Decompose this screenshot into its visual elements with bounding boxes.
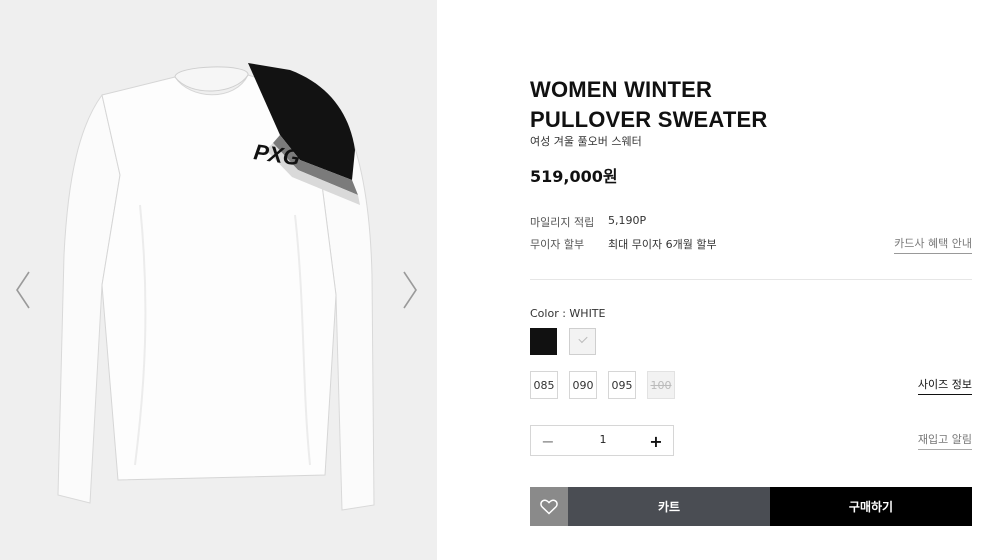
- color-swatch-white[interactable]: [569, 328, 596, 355]
- wishlist-button[interactable]: [530, 487, 568, 526]
- next-image-button[interactable]: [398, 268, 422, 312]
- product-image-gallery: PXG: [0, 0, 437, 560]
- chevron-right-icon: [403, 271, 417, 309]
- size-guide-link[interactable]: 사이즈 정보: [917, 376, 972, 395]
- buy-now-button[interactable]: 구매하기: [770, 487, 972, 526]
- installment-label: 무이자 할부: [530, 238, 585, 251]
- color-swatch-black[interactable]: [530, 328, 557, 355]
- add-to-cart-button[interactable]: 카트: [568, 487, 770, 526]
- divider: [530, 279, 972, 280]
- restock-alert-link[interactable]: 재입고 알림: [917, 431, 972, 450]
- product-subtitle: 여성 겨울 풀오버 스웨터: [530, 135, 642, 148]
- size-option-095[interactable]: 095: [608, 371, 636, 399]
- heart-icon: [540, 499, 558, 515]
- size-option-085[interactable]: 085: [530, 371, 558, 399]
- color-label: Color : WHITE: [530, 307, 606, 320]
- mileage-value: 5,190P: [608, 214, 647, 227]
- product-title: WOMEN WINTER PULLOVER SWEATER: [530, 75, 767, 135]
- quantity-value[interactable]: 1: [581, 433, 625, 446]
- installment-value: 최대 무이자 6개월 할부: [608, 238, 717, 251]
- product-info-panel: WOMEN WINTER PULLOVER SWEATER 여성 겨울 풀오버 …: [530, 0, 972, 560]
- product-image: PXG: [57, 63, 375, 511]
- product-title-line2: PULLOVER SWEATER: [530, 107, 768, 132]
- purchase-actions: 카트 구매하기: [530, 487, 972, 526]
- quantity-stepper: − 1 +: [530, 425, 674, 456]
- chevron-left-icon: [16, 271, 30, 309]
- product-title-line1: WOMEN WINTER: [530, 77, 713, 102]
- decrease-quantity-button[interactable]: −: [537, 430, 559, 452]
- increase-quantity-button[interactable]: +: [645, 430, 667, 452]
- size-option-090[interactable]: 090: [569, 371, 597, 399]
- mileage-label: 마일리지 적립: [530, 216, 595, 229]
- card-benefits-link[interactable]: 카드사 혜택 안내: [894, 235, 972, 254]
- size-option-100: 100: [647, 371, 675, 399]
- prev-image-button[interactable]: [11, 268, 35, 312]
- product-price: 519,000원: [530, 167, 618, 186]
